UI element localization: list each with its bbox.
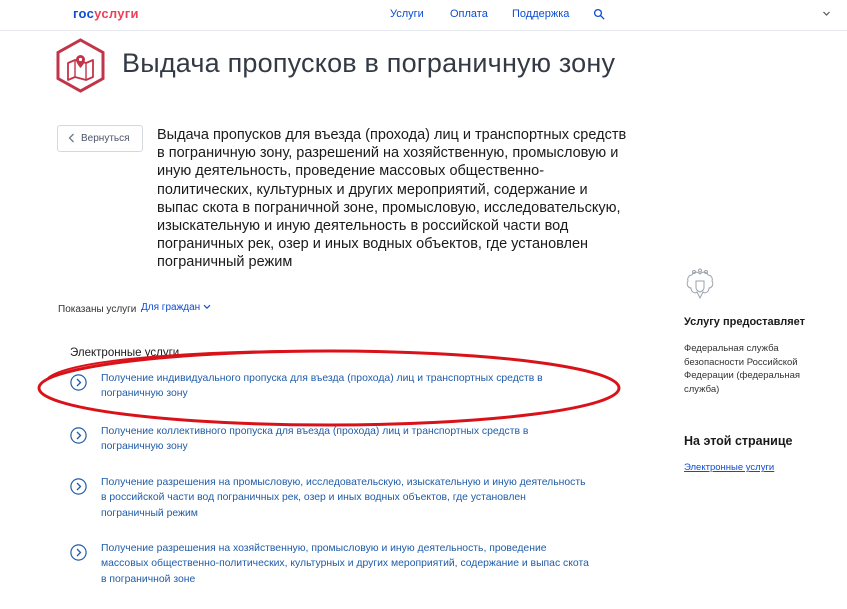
back-button[interactable]: Вернуться [57, 125, 143, 152]
service-link-label[interactable]: Получение разрешения на хозяйственную, п… [101, 541, 591, 587]
logo-part-uslugi: услуги [94, 6, 139, 21]
service-link-label[interactable]: Получение коллективного пропуска для въе… [101, 424, 591, 455]
on-this-page-heading: На этой странице [684, 434, 793, 448]
logo-part-gos: гос [73, 6, 95, 21]
top-navigation-bar: госуслуги Услуги Оплата Поддержка [0, 0, 847, 31]
chevron-circle-right-icon [70, 544, 87, 561]
nav-payment-link[interactable]: Оплата [450, 8, 488, 20]
nav-support-link[interactable]: Поддержка [512, 8, 569, 20]
chevron-circle-right-icon [70, 374, 87, 391]
back-button-label: Вернуться [81, 133, 130, 144]
service-description: Выдача пропусков для въезда (прохода) ли… [157, 127, 627, 271]
audience-filter-dropdown[interactable]: Для граждан [141, 302, 211, 313]
provider-name: Федеральная служба безопасности Российск… [684, 343, 800, 395]
chevron-left-icon [68, 133, 74, 143]
map-pin-icon [56, 38, 105, 93]
service-link-label[interactable]: Получение разрешения на промысловую, исс… [101, 475, 591, 521]
chevron-circle-right-icon [70, 427, 87, 444]
electronic-services-heading: Электронные услуги [70, 347, 180, 359]
chevron-circle-right-icon [70, 478, 87, 495]
service-link-label[interactable]: Получение индивидуального пропуска для в… [101, 371, 591, 402]
provider-heading: Услугу предоставляет [684, 316, 806, 328]
nav-services-link[interactable]: Услуги [390, 8, 424, 20]
page-title: Выдача пропусков в пограничную зону [122, 48, 616, 78]
on-page-electronic-services-link[interactable]: Электронные услуги [684, 462, 774, 473]
chevron-down-icon[interactable] [822, 9, 831, 18]
gosuslugi-logo[interactable]: госуслуги [73, 6, 139, 21]
search-icon[interactable] [593, 8, 605, 20]
chevron-down-icon [203, 305, 211, 310]
services-shown-label: Показаны услуги [58, 304, 137, 315]
coat-of-arms-icon [686, 268, 714, 300]
audience-filter-value: Для граждан [141, 302, 201, 313]
